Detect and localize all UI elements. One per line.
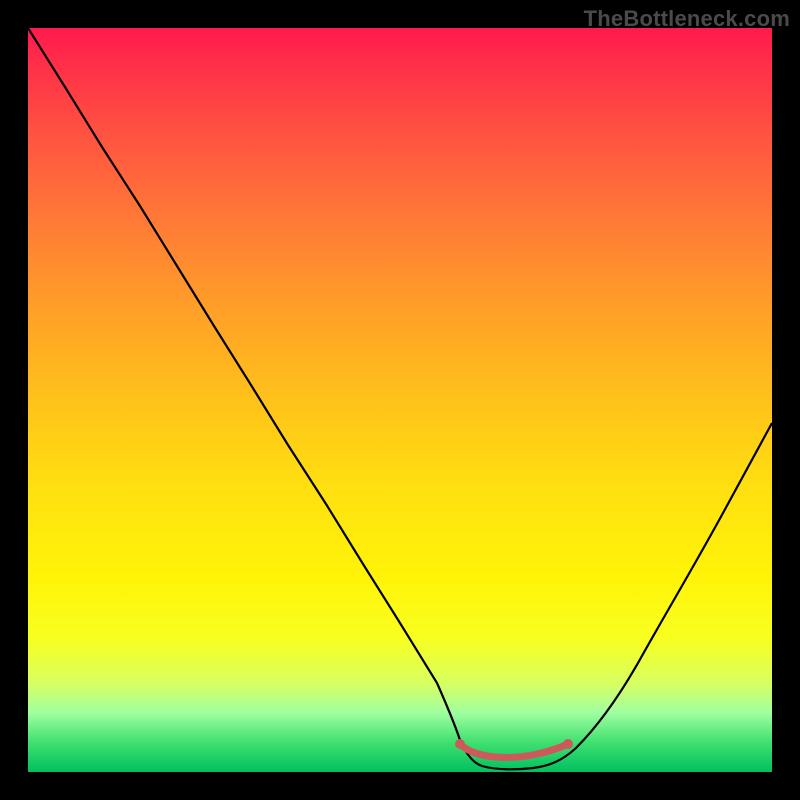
watermark-text: TheBottleneck.com [584,6,790,32]
curve-svg [28,28,772,772]
optimal-range-start-dot [455,739,465,749]
plot-area [28,28,772,772]
chart-stage: TheBottleneck.com [0,0,800,800]
optimal-range-marker [460,744,568,758]
optimal-range-end-dot [563,739,573,749]
bottleneck-curve [28,28,772,769]
